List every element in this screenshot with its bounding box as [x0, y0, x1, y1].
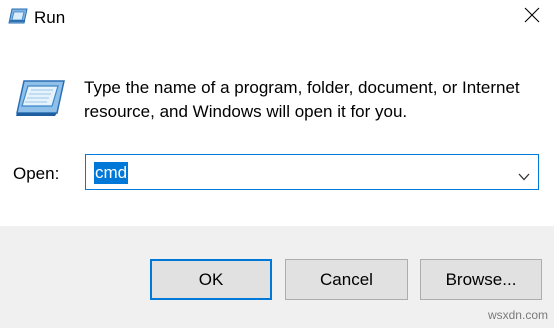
close-icon [524, 7, 540, 23]
instruction-text: Type the name of a program, folder, docu… [84, 78, 520, 121]
chevron-down-icon[interactable] [518, 168, 530, 181]
cancel-button[interactable]: Cancel [285, 259, 408, 300]
browse-button[interactable]: Browse... [420, 259, 542, 300]
run-dialog: Run Type the name of a program, folder, … [0, 0, 554, 328]
title-bar[interactable]: Run [0, 0, 554, 40]
watermark: wsxdn.com [487, 308, 548, 322]
window-title: Run [34, 8, 66, 27]
ok-button[interactable]: OK [150, 259, 272, 300]
run-icon [14, 78, 66, 118]
run-icon [8, 7, 28, 25]
open-label: Open: [13, 164, 60, 183]
open-combobox[interactable]: cmd [85, 154, 539, 190]
close-button[interactable] [508, 0, 554, 34]
open-input[interactable]: cmd [94, 162, 129, 184]
